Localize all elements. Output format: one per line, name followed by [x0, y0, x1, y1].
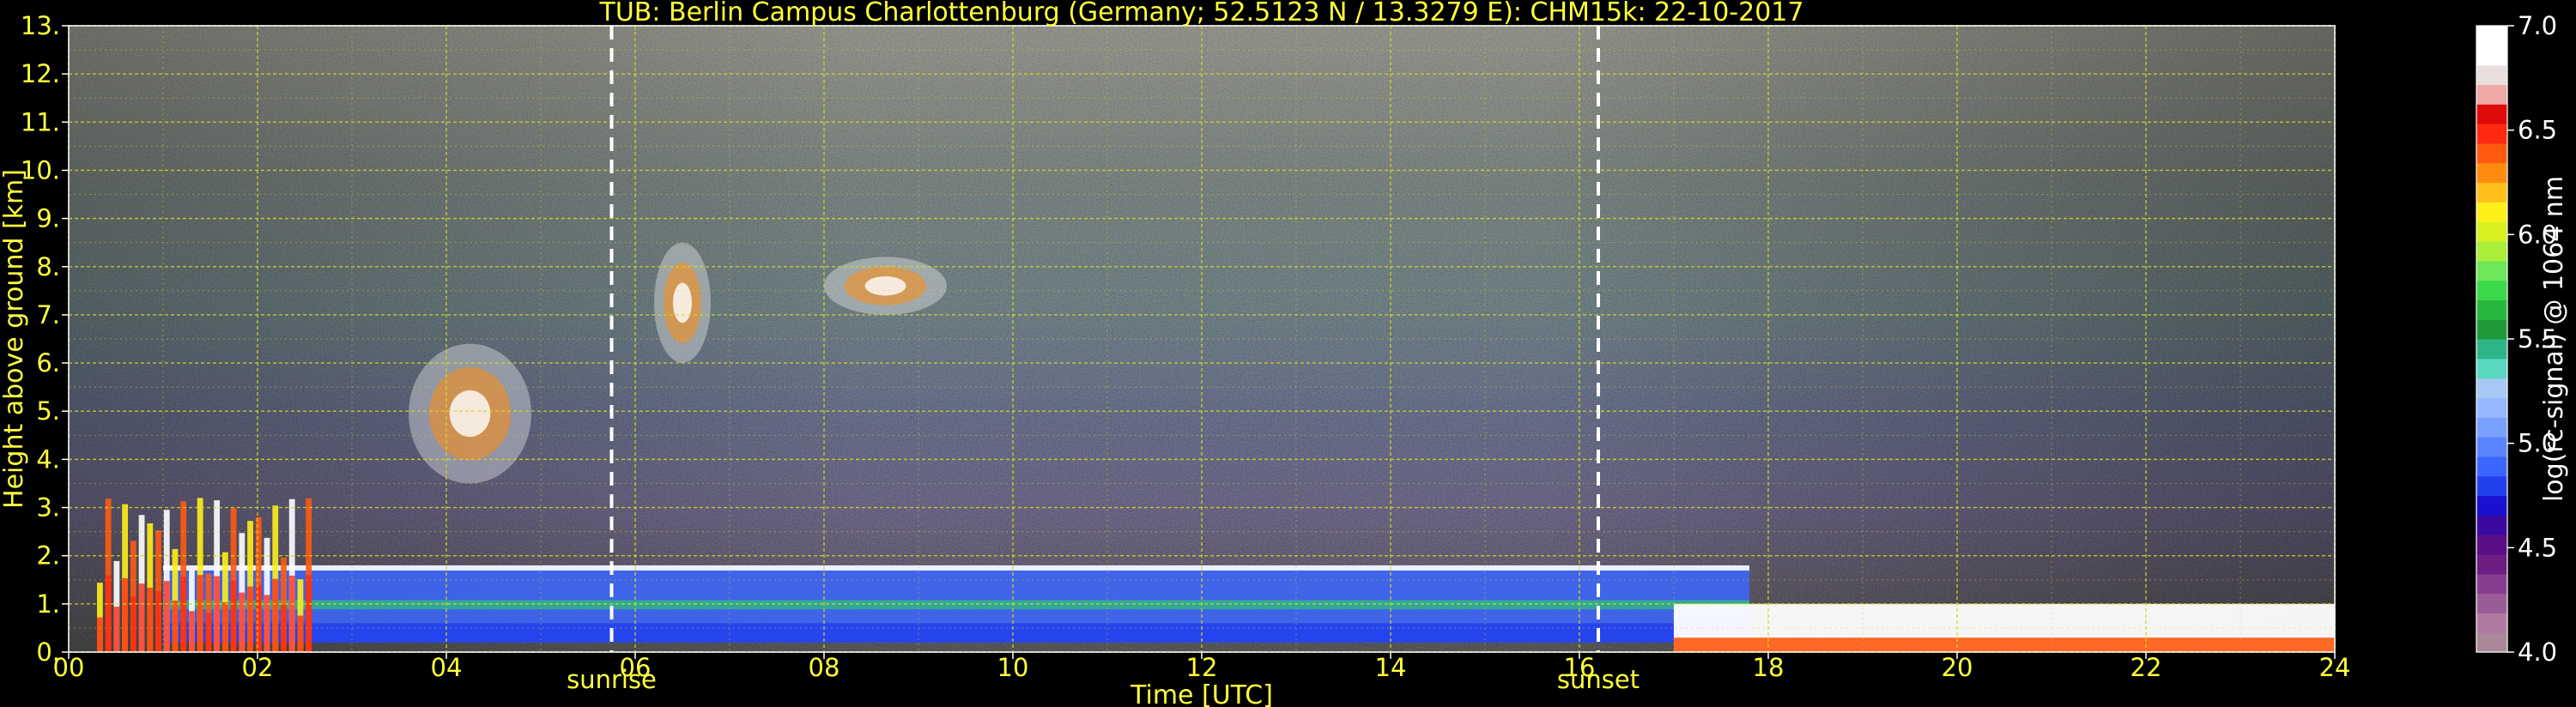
- colorbar-tick-label: 4.0: [2518, 638, 2557, 667]
- x-tick-label: 00: [53, 653, 85, 682]
- y-tick-label: 2.: [36, 541, 60, 571]
- colorbar-band: [2476, 124, 2507, 144]
- x-tick-label: 14: [1375, 653, 1407, 682]
- y-tick-label: 1.: [36, 589, 60, 619]
- feature-evening-residual-layer: [1674, 603, 2335, 652]
- colorbar-band: [2476, 221, 2507, 242]
- y-tick-label: 6.: [36, 348, 60, 378]
- colorbar-band: [2476, 104, 2507, 124]
- colorbar-band: [2476, 437, 2507, 457]
- y-axis-label: Height above ground [km]: [0, 169, 29, 509]
- y-tick-label: 5.: [36, 396, 60, 426]
- colorbar-label: log(rc-signal) @ 1064 nm: [2539, 176, 2569, 502]
- ceilometer-chart: sunrise sunset 0.1.2.3.4.5.6.7.8.9.10.11.…: [0, 0, 2569, 707]
- feature-cirrus-1: [654, 242, 711, 364]
- colorbar-band: [2476, 162, 2507, 184]
- x-tick-label: 08: [809, 653, 840, 682]
- colorbar-band: [2476, 299, 2507, 320]
- colorbar-band: [2476, 339, 2507, 360]
- chart-title: TUB: Berlin Campus Charlottenburg (Germa…: [599, 0, 1804, 27]
- x-tick-label: 10: [997, 653, 1029, 682]
- colorbar-tick-label: 7.0: [2518, 11, 2557, 40]
- colorbar-band: [2476, 397, 2507, 418]
- y-tick-label: 9.: [36, 204, 60, 233]
- colorbar-band: [2476, 573, 2507, 595]
- y-tick-label: 12.: [21, 59, 60, 88]
- x-tick-label: 16: [1564, 653, 1596, 682]
- colorbar-band: [2476, 280, 2507, 300]
- colorbar-band: [2476, 142, 2507, 164]
- x-tick-label: 12: [1186, 653, 1218, 682]
- colorbar-band: [2476, 240, 2507, 262]
- colorbar-band: [2476, 535, 2507, 555]
- x-tick-labels: 00 02 04 06 08 10 12 14 16 18 20 22 24: [53, 652, 2351, 682]
- colorbar-band: [2476, 64, 2507, 86]
- colorbar-band: [2476, 45, 2507, 66]
- colorbar-band: [2476, 475, 2507, 497]
- y-tick-label: 11.: [21, 107, 60, 136]
- y-tick-label: 8.: [36, 252, 60, 281]
- x-tick-label: 06: [620, 653, 652, 682]
- colorbar-band: [2476, 553, 2507, 575]
- x-tick-label: 04: [431, 653, 463, 682]
- x-tick-label: 02: [242, 653, 274, 682]
- colorbar-band: [2476, 358, 2507, 379]
- colorbar-tick-label: 4.5: [2518, 533, 2557, 562]
- y-tick-label: 7.: [36, 300, 60, 329]
- y-tick-label: 13.: [21, 11, 60, 40]
- colorbar-band: [2476, 378, 2507, 399]
- x-tick-label: 18: [1753, 653, 1785, 682]
- colorbar-band: [2476, 182, 2507, 202]
- feature-cirrus-2: [824, 257, 947, 315]
- colorbar-band: [2476, 417, 2507, 438]
- colorbar-band: [2476, 84, 2507, 105]
- y-tick-label: 3.: [36, 493, 60, 523]
- colorbar-band: [2476, 593, 2507, 613]
- x-tick-label: 22: [2131, 653, 2162, 682]
- colorbar-band: [2476, 495, 2507, 516]
- x-axis-label: Time [UTC]: [1130, 680, 1273, 707]
- colorbar-band: [2476, 515, 2507, 535]
- x-tick-label: 20: [1942, 653, 1973, 682]
- x-tick-label: 24: [2319, 653, 2351, 682]
- colorbar: [2476, 25, 2508, 653]
- feature-mid-level-cloud: [409, 343, 531, 484]
- colorbar-band: [2476, 26, 2507, 46]
- colorbar-band: [2476, 202, 2507, 222]
- colorbar-band: [2476, 260, 2507, 281]
- colorbar-band: [2476, 319, 2507, 340]
- colorbar-band: [2476, 632, 2507, 653]
- y-tick-label: 4.: [36, 444, 60, 474]
- colorbar-tick-label: 6.5: [2518, 116, 2557, 145]
- colorbar-band: [2476, 613, 2507, 633]
- colorbar-band: [2476, 456, 2507, 477]
